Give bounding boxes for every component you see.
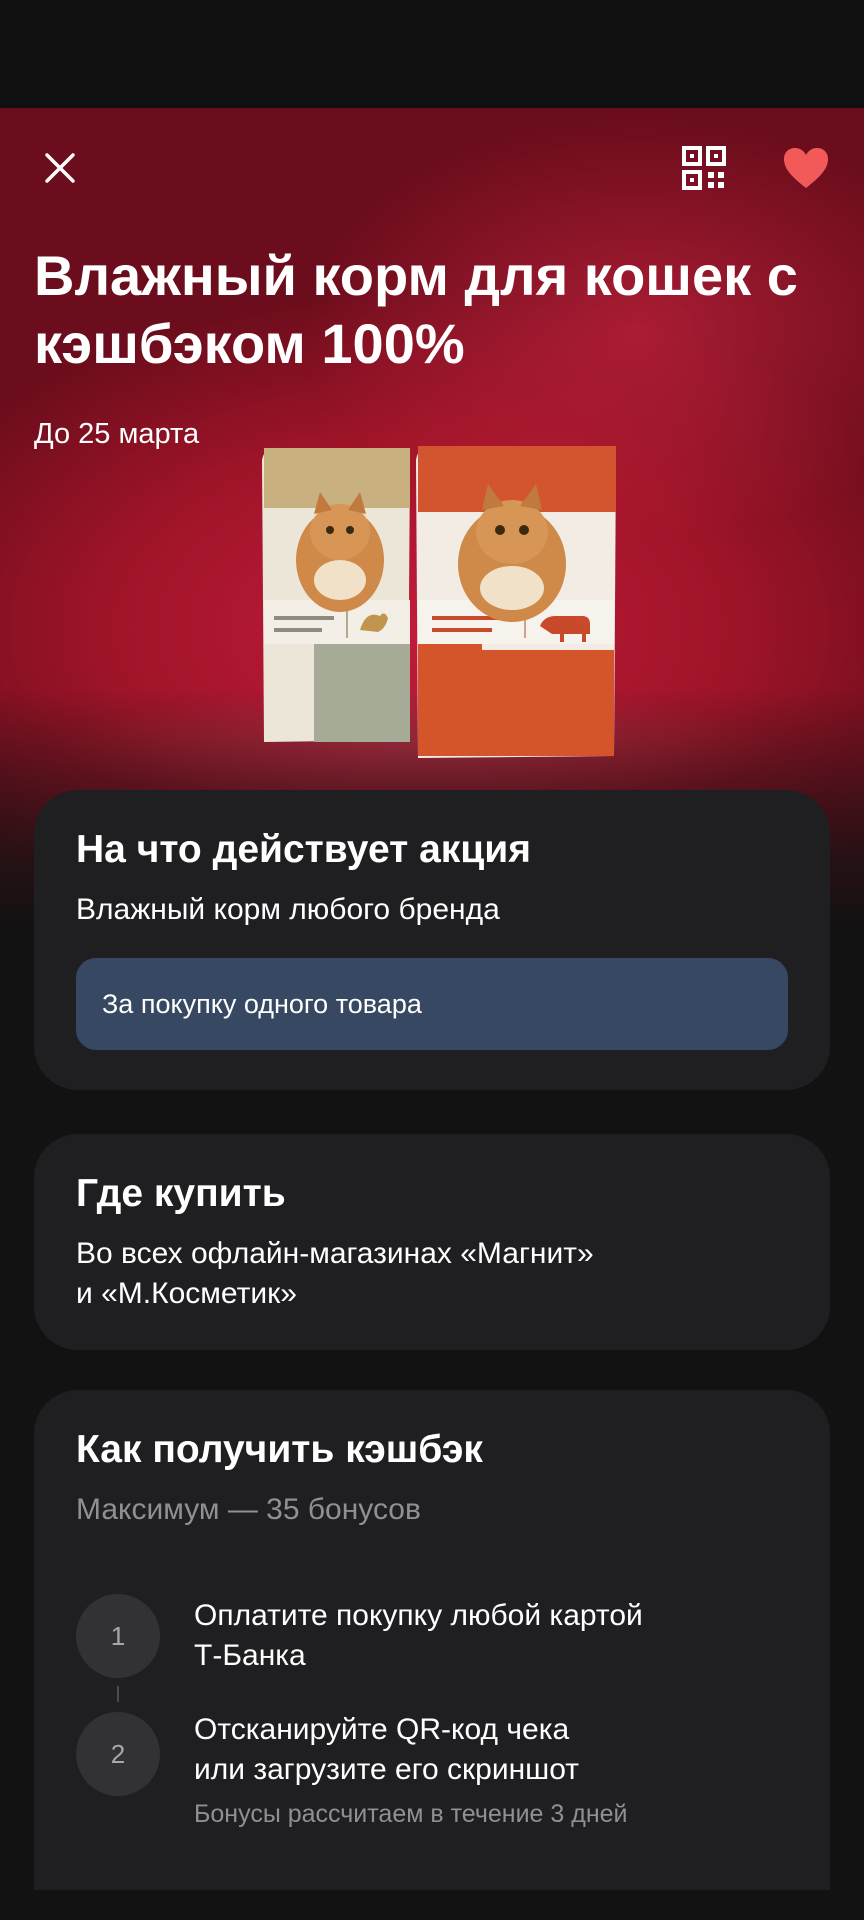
card-text-line: и «М.Косметик» [76, 1277, 297, 1310]
status-bar [0, 0, 864, 108]
cat-food-pouches-image [262, 446, 616, 758]
qr-code-icon [682, 146, 726, 190]
card-title: На что действует акция [76, 828, 531, 871]
how-to-get-cashback-card: Как получить кэшбэк Максимум — 35 бонусо… [34, 1390, 830, 1890]
step-text-line: Т-Банка [194, 1639, 306, 1672]
qr-code-button[interactable] [674, 138, 734, 198]
condition-tag: За покупку одного товара [76, 958, 788, 1050]
heart-icon [784, 148, 828, 188]
card-title: Как получить кэшбэк [76, 1428, 483, 1471]
promo-title: Влажный корм для кошек с кэшбэком 100% [34, 244, 798, 375]
where-to-buy-card: Где купить Во всех офлайн-магазинах «Маг… [34, 1134, 830, 1350]
max-bonus-text: Максимум — 35 бонусов [76, 1493, 421, 1526]
card-text: Влажный корм любого бренда [76, 893, 500, 926]
step-text-line: Отсканируйте QR-код чека [194, 1713, 570, 1746]
card-title: Где купить [76, 1172, 286, 1215]
step-text-line: или загрузите его скриншот [194, 1753, 579, 1786]
promo-end-date: До 25 марта [34, 418, 200, 450]
favorite-button[interactable] [776, 138, 836, 198]
card-text-line: Во всех офлайн-магазинах «Магнит» [76, 1237, 594, 1270]
step-number: 2 [76, 1712, 160, 1796]
step-text-line: Оплатите покупку любой картой [194, 1599, 643, 1632]
step-number: 1 [76, 1594, 160, 1678]
close-button[interactable] [30, 138, 90, 198]
step-note: Бонусы рассчитаем в течение 3 дней [194, 1800, 628, 1828]
close-icon [45, 153, 75, 183]
step-connector [117, 1686, 119, 1702]
promo-scope-card: На что действует акция Влажный корм любо… [34, 790, 830, 1090]
